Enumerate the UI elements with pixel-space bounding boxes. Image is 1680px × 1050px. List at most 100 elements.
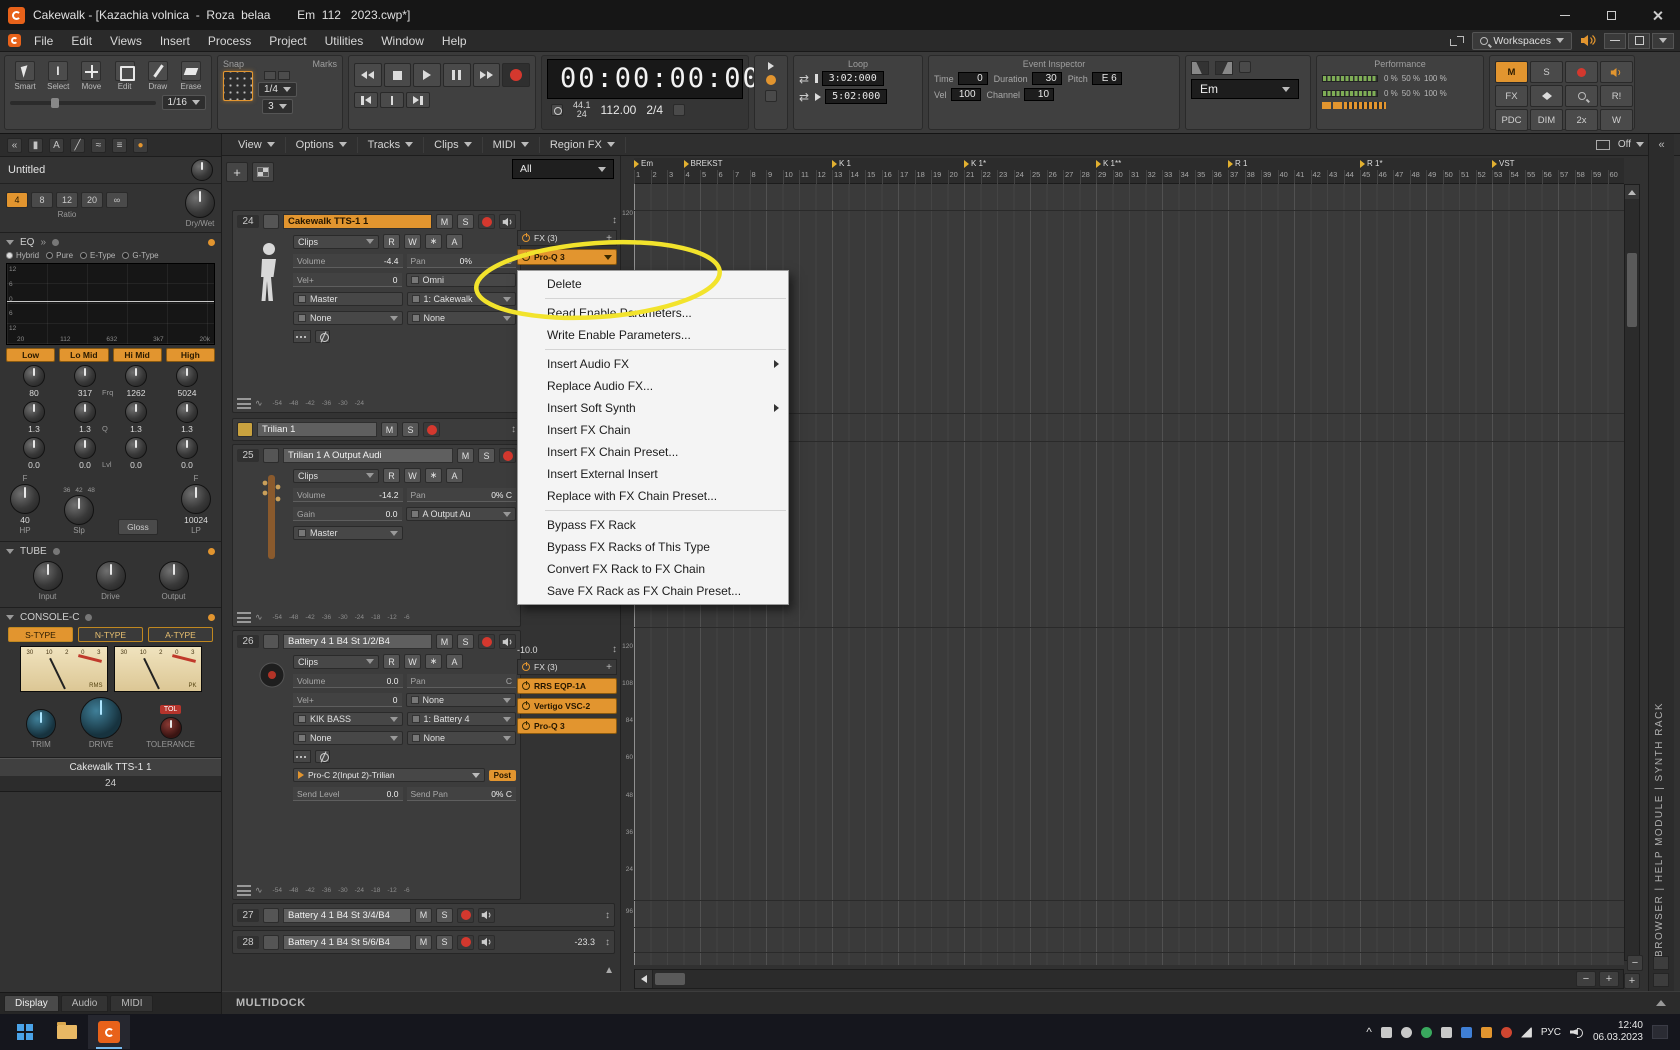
console-s-type[interactable]: S-TYPE [8, 627, 73, 642]
clips-dropdown[interactable]: Clips [293, 234, 379, 249]
lp-filter-knob[interactable] [181, 484, 211, 514]
track-name[interactable]: Cakewalk TTS-1 1 [283, 214, 432, 229]
eq-band-high[interactable]: High [165, 348, 215, 362]
phase-invert-icon[interactable] [315, 330, 330, 343]
inspector-field-value[interactable]: 30 [1031, 72, 1062, 85]
mdi-restore-button[interactable] [1628, 32, 1650, 49]
input-echo-button[interactable] [499, 214, 516, 229]
loop-end-value[interactable]: 5:02:000 [825, 89, 888, 104]
eq-graph[interactable]: 12 6 0 6 12 20 112 632 3k7 20k [6, 263, 215, 345]
ruler-measure-46[interactable]: 46 [1376, 170, 1394, 184]
ruler-measure-57[interactable]: 57 [1558, 170, 1575, 184]
context-menu-item-bypass-fx-rack[interactable]: Bypass FX Rack [518, 514, 788, 536]
mute-button[interactable]: M [457, 448, 474, 463]
send-post-button[interactable]: Post [488, 769, 516, 781]
tray-app-icon-5[interactable] [1460, 1026, 1472, 1038]
slope-knob[interactable] [64, 495, 95, 525]
tvmenu-options[interactable]: Options [286, 136, 358, 153]
ruler-measure-21[interactable]: 21 [964, 170, 981, 184]
solo-button[interactable]: S [436, 907, 453, 923]
zoom-out-button[interactable]: − [1576, 971, 1596, 987]
archive-button[interactable]: A [446, 234, 463, 249]
eq-band-lo-mid[interactable]: Lo Mid [59, 348, 109, 362]
tool-strength-slider[interactable] [10, 97, 156, 108]
freeze-button[interactable]: ∗ [425, 468, 442, 483]
ruler-measure-10[interactable]: 10 [782, 170, 800, 184]
track-name[interactable]: Battery 4 1 B4 St 3/4/B4 [283, 907, 411, 923]
ruler-measure-25[interactable]: 25 [1030, 170, 1047, 184]
power-icon[interactable]: ● [133, 137, 148, 153]
console-power-icon[interactable] [208, 614, 215, 621]
dock-icon-2[interactable] [1653, 973, 1669, 987]
ruler-measure-50[interactable]: 50 [1442, 170, 1460, 184]
reset-button[interactable]: R! [1600, 85, 1633, 107]
snap-grid-icon[interactable] [223, 71, 253, 101]
arm-record-button[interactable] [478, 634, 495, 649]
ruler-measure-17[interactable]: 17 [898, 170, 915, 184]
vertical-scroll-thumb[interactable] [1627, 253, 1637, 327]
inspector-field-value[interactable]: 10 [1024, 88, 1055, 101]
ruler-measure-14[interactable]: 14 [848, 170, 866, 184]
ruler-measure-2[interactable]: 2 [650, 170, 668, 184]
tool-erase[interactable]: Erase [176, 59, 206, 93]
write-automation-button[interactable]: W [1600, 109, 1633, 131]
inspector-field-value[interactable]: 100 [950, 88, 981, 101]
wave-icon[interactable]: ≈ [91, 137, 106, 153]
volume-icon[interactable] [1570, 1026, 1584, 1038]
ruler-measure-54[interactable]: 54 [1508, 170, 1526, 184]
output-dropdown[interactable]: KIK BASS [293, 712, 403, 726]
meter-value[interactable]: 2/4 [646, 103, 663, 117]
ruler-measure-37[interactable]: 37 [1228, 170, 1245, 184]
tool-smart[interactable]: Smart [10, 59, 40, 93]
tray-app-icon-2[interactable] [1400, 1026, 1412, 1038]
ruler-measure-59[interactable]: 59 [1591, 170, 1608, 184]
context-menu-item-replace-audio-fx[interactable]: Replace Audio FX... [518, 375, 788, 397]
ruler-measure-24[interactable]: 24 [1013, 170, 1031, 184]
console-bypass-icon[interactable] [85, 614, 93, 621]
snap-landmarks-dropdown[interactable]: 3 [262, 99, 293, 114]
vertical-scrollbar[interactable] [1624, 184, 1640, 961]
send-pan-field[interactable]: Send Pan 0% C [406, 787, 516, 801]
track-name[interactable]: Trilian 1 A Output Audi [283, 448, 453, 463]
context-menu-item-insert-fx-chain-preset[interactable]: Insert FX Chain Preset... [518, 441, 788, 463]
tool-draw[interactable]: Draw [143, 59, 173, 93]
ruler-measure-34[interactable]: 34 [1178, 170, 1196, 184]
ruler-measure-8[interactable]: 8 [749, 170, 767, 184]
freeze-button[interactable]: ∗ [425, 654, 442, 669]
fx-chip-pro-q-3[interactable]: Pro-Q 3 [517, 718, 617, 734]
automation-read-button[interactable]: R [383, 654, 400, 669]
ruler-marker-r-1[interactable]: R 1* [1360, 159, 1383, 168]
ruler-measure-4[interactable]: 4 [683, 170, 701, 184]
eq-power-icon[interactable] [208, 239, 215, 246]
levels-icon[interactable]: ▮ [28, 137, 43, 153]
output-dropdown[interactable]: Master [293, 292, 403, 306]
ruler-measure-26[interactable]: 26 [1046, 170, 1064, 184]
ruler-measure-35[interactable]: 35 [1195, 170, 1212, 184]
speed-button[interactable]: 2x [1565, 109, 1598, 131]
resize-handle-icon[interactable]: ↕ [605, 910, 610, 921]
eq-type-g-type[interactable]: G-Type [122, 251, 159, 260]
now-time-display[interactable]: 00:00:00:00 [547, 59, 759, 99]
mute-button[interactable]: M [436, 214, 453, 229]
dim-button[interactable]: DIM [1530, 109, 1563, 131]
clips-dropdown[interactable]: Clips [293, 468, 379, 483]
pan-field[interactable]: Pan C [406, 674, 516, 688]
input-echo-button[interactable] [499, 634, 516, 649]
automation-write-button[interactable]: W [404, 234, 421, 249]
volume-field[interactable]: Volume 0.0 [293, 674, 403, 688]
fx-rack-header[interactable]: FX (3) + [517, 230, 617, 246]
ruler-measure-44[interactable]: 44 [1343, 170, 1361, 184]
horizontal-scroll-thumb[interactable] [655, 973, 685, 985]
file-explorer-button[interactable] [46, 1015, 88, 1049]
crossfade-grid-icon[interactable] [1239, 61, 1251, 73]
aim-assist-icon[interactable] [1595, 139, 1610, 150]
ratio-20[interactable]: 20 [81, 192, 103, 208]
eq-band-hi-mid[interactable]: Hi Mid [112, 348, 162, 362]
tube-bypass-icon[interactable] [52, 548, 60, 555]
resize-handle-icon[interactable]: ↕ [605, 937, 610, 948]
ruler-measure-39[interactable]: 39 [1261, 170, 1278, 184]
context-menu-item-write-enable-parameters[interactable]: Write Enable Parameters... [518, 324, 788, 346]
ruler-measure-53[interactable]: 53 [1492, 170, 1509, 184]
menu-project[interactable]: Project [260, 31, 315, 51]
fx-chip-rrs-eqp-1a[interactable]: RRS EQP-1A [517, 678, 617, 694]
